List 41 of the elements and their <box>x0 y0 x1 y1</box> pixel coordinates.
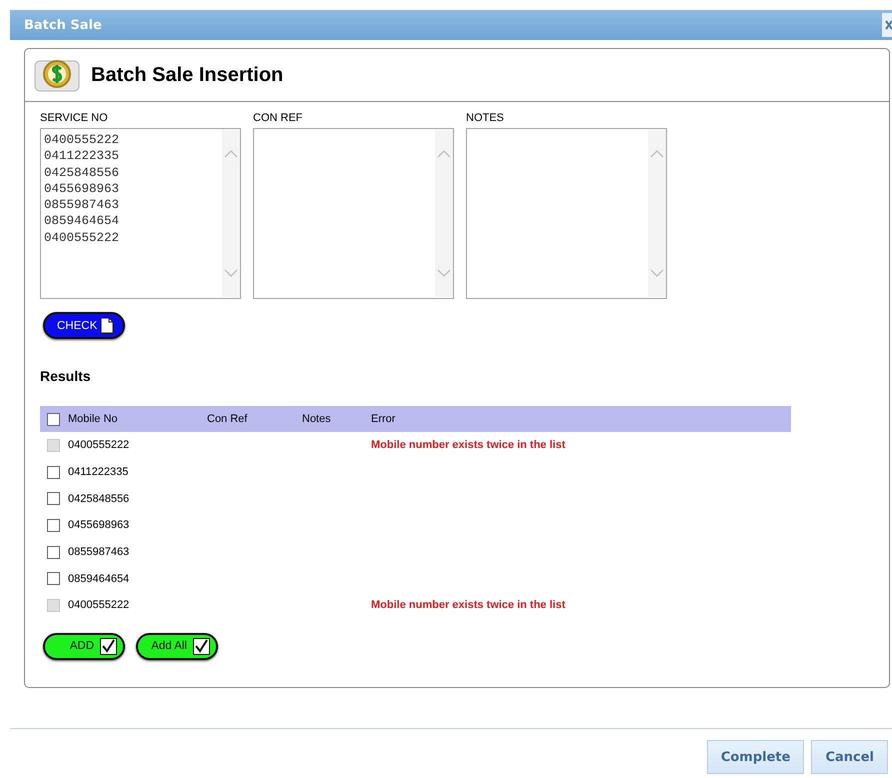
error-message: Mobile number exists twice in the list <box>371 599 566 612</box>
column-header: Error <box>371 413 396 425</box>
text-area[interactable] <box>466 128 667 299</box>
complete-button[interactable]: Complete <box>706 740 804 774</box>
check-button[interactable]: CHECK <box>43 312 125 339</box>
checkbox-icon <box>100 638 117 655</box>
table-cell-text: 0855987463 <box>68 546 130 558</box>
row-checkbox[interactable] <box>47 546 60 559</box>
document-icon <box>100 317 114 334</box>
dialog-heading: Batch Sale Insertion <box>91 64 284 86</box>
table-cell-text: 0859464654 <box>68 572 130 585</box>
table-cell-text: 0455698963 <box>68 519 130 532</box>
row-checkbox[interactable] <box>47 466 60 479</box>
cancel-button[interactable]: Cancel <box>811 740 888 774</box>
dollar-coin-icon <box>33 57 81 93</box>
field-label: CON REF <box>253 112 304 126</box>
scrollbar[interactable] <box>435 129 453 297</box>
column-header: Mobile No <box>68 413 119 425</box>
select-all-checkbox[interactable] <box>47 412 60 426</box>
row-checkbox[interactable] <box>47 518 60 532</box>
add-button[interactable]: ADD <box>43 632 125 660</box>
table-cell-text: 0425848556 <box>68 492 130 505</box>
window-title: Batch Sale <box>24 18 102 32</box>
text-area[interactable] <box>253 128 454 299</box>
row-checkbox[interactable] <box>47 572 60 586</box>
table-cell-text: 0400555222 <box>68 599 130 612</box>
error-message: Mobile number exists twice in the list <box>371 439 566 452</box>
field-label: SERVICE NO <box>40 112 109 126</box>
field-label: NOTES <box>466 112 505 126</box>
table-cell-text: 0400555222 <box>68 439 130 452</box>
checkbox-icon <box>193 638 210 655</box>
close-icon[interactable] <box>882 13 892 37</box>
row-checkbox[interactable] <box>47 492 60 506</box>
table-cell-text: 0411222335 <box>68 466 130 478</box>
section-heading: Results <box>40 368 92 384</box>
column-header: Con Ref <box>207 413 248 425</box>
add-all-button[interactable]: Add All <box>136 632 218 660</box>
text-area[interactable]: 0400555222 0411222335 0425848556 0455698963 0855987463 0859464654 0400555222 <box>40 128 241 299</box>
scrollbar[interactable] <box>222 129 240 297</box>
scrollbar[interactable] <box>648 129 666 297</box>
column-header: Notes <box>302 413 332 425</box>
